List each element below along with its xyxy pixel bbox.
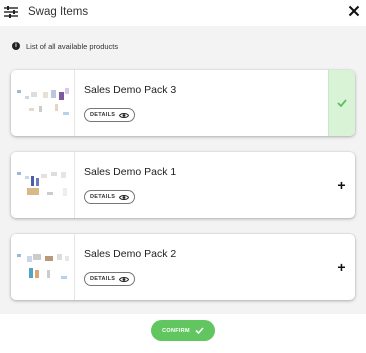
info-text: List of all available products [26, 41, 119, 51]
swag-items-dialog: Swag Items i List of all available produ… [0, 0, 366, 353]
details-button[interactable]: DETAILS [84, 272, 136, 286]
check-icon [195, 327, 204, 334]
product-card: Sales Demo Pack 2 DETAILS + [11, 234, 355, 300]
confirm-button[interactable]: CONFIRM [151, 320, 215, 341]
confirm-label: CONFIRM [162, 327, 190, 334]
details-button[interactable]: DETAILS [84, 190, 136, 204]
product-thumbnail [11, 70, 75, 136]
product-thumbnail-image [17, 254, 69, 279]
product-thumbnail [11, 152, 75, 218]
product-card: Sales Demo Pack 1 DETAILS + [11, 152, 355, 218]
product-title: Sales Demo Pack 3 [84, 84, 177, 96]
sliders-icon[interactable] [4, 5, 18, 19]
eye-icon [119, 194, 130, 200]
details-label: DETAILS [90, 112, 116, 118]
product-thumbnail [11, 234, 75, 300]
close-icon[interactable] [348, 5, 360, 17]
dialog-title: Swag Items [28, 6, 89, 18]
product-thumbnail-image [17, 172, 67, 196]
plus-icon: + [337, 177, 346, 193]
add-toggle[interactable]: + [328, 152, 355, 218]
dialog-header: Swag Items [0, 0, 366, 26]
product-thumbnail-image [17, 88, 69, 115]
details-label: DETAILS [90, 194, 116, 200]
plus-icon: + [337, 259, 346, 275]
product-card: Sales Demo Pack 3 DETAILS [11, 70, 355, 136]
product-title: Sales Demo Pack 2 [84, 248, 177, 260]
eye-icon [119, 276, 130, 282]
check-icon [337, 99, 347, 107]
product-title: Sales Demo Pack 1 [84, 166, 177, 178]
add-toggle[interactable]: + [328, 234, 355, 300]
selected-toggle[interactable] [328, 70, 355, 136]
info-row: i List of all available products [12, 40, 118, 52]
eye-icon [119, 112, 130, 118]
details-button[interactable]: DETAILS [84, 108, 136, 122]
info-icon: i [12, 42, 20, 50]
details-label: DETAILS [90, 276, 116, 282]
